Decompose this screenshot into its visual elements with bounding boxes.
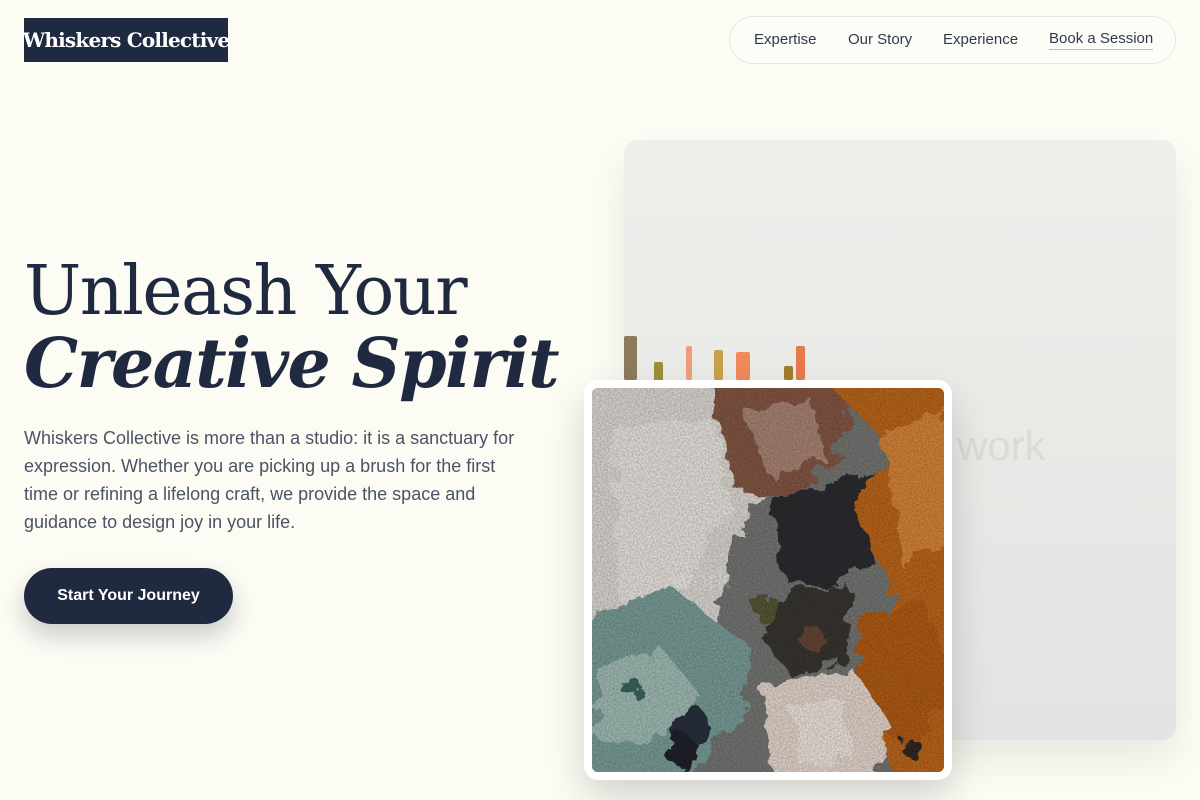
front-image-card: work — [584, 380, 952, 780]
brand-logo[interactable]: Whiskers Collective — [23, 18, 230, 62]
brush-strip — [736, 352, 750, 380]
hero-description: Whiskers Collective is more than a studi… — [24, 428, 515, 532]
brush-strip — [654, 362, 663, 382]
brush-strip — [796, 346, 805, 380]
nav-item-experience[interactable]: Experience — [943, 31, 1018, 48]
hero-title: Unleash Your Creative Spirit — [24, 252, 584, 404]
front-image-caption: work — [672, 564, 732, 595]
landing-page: Whiskers Collective Expertise Our Story … — [0, 0, 1200, 800]
brush-strip — [784, 366, 793, 380]
paint-texture-image: work — [592, 388, 944, 772]
nav-item-book-session[interactable]: Book a Session — [1049, 30, 1154, 50]
hero-title-line-1: Unleash Your — [24, 252, 468, 331]
back-image-caption: work — [957, 422, 1046, 469]
brush-strip — [714, 350, 723, 380]
nav-item-our-story[interactable]: Our Story — [848, 31, 912, 48]
hero-title-line-2: Creative Spirit — [24, 324, 560, 404]
brush-strip — [686, 346, 692, 380]
start-journey-button[interactable]: Start Your Journey — [24, 568, 233, 624]
paint-texture-art — [592, 388, 944, 772]
brush-strip — [624, 336, 637, 380]
nav-item-expertise[interactable]: Expertise — [754, 31, 817, 48]
main-nav: Expertise Our Story Experience Book a Se… — [729, 16, 1176, 64]
